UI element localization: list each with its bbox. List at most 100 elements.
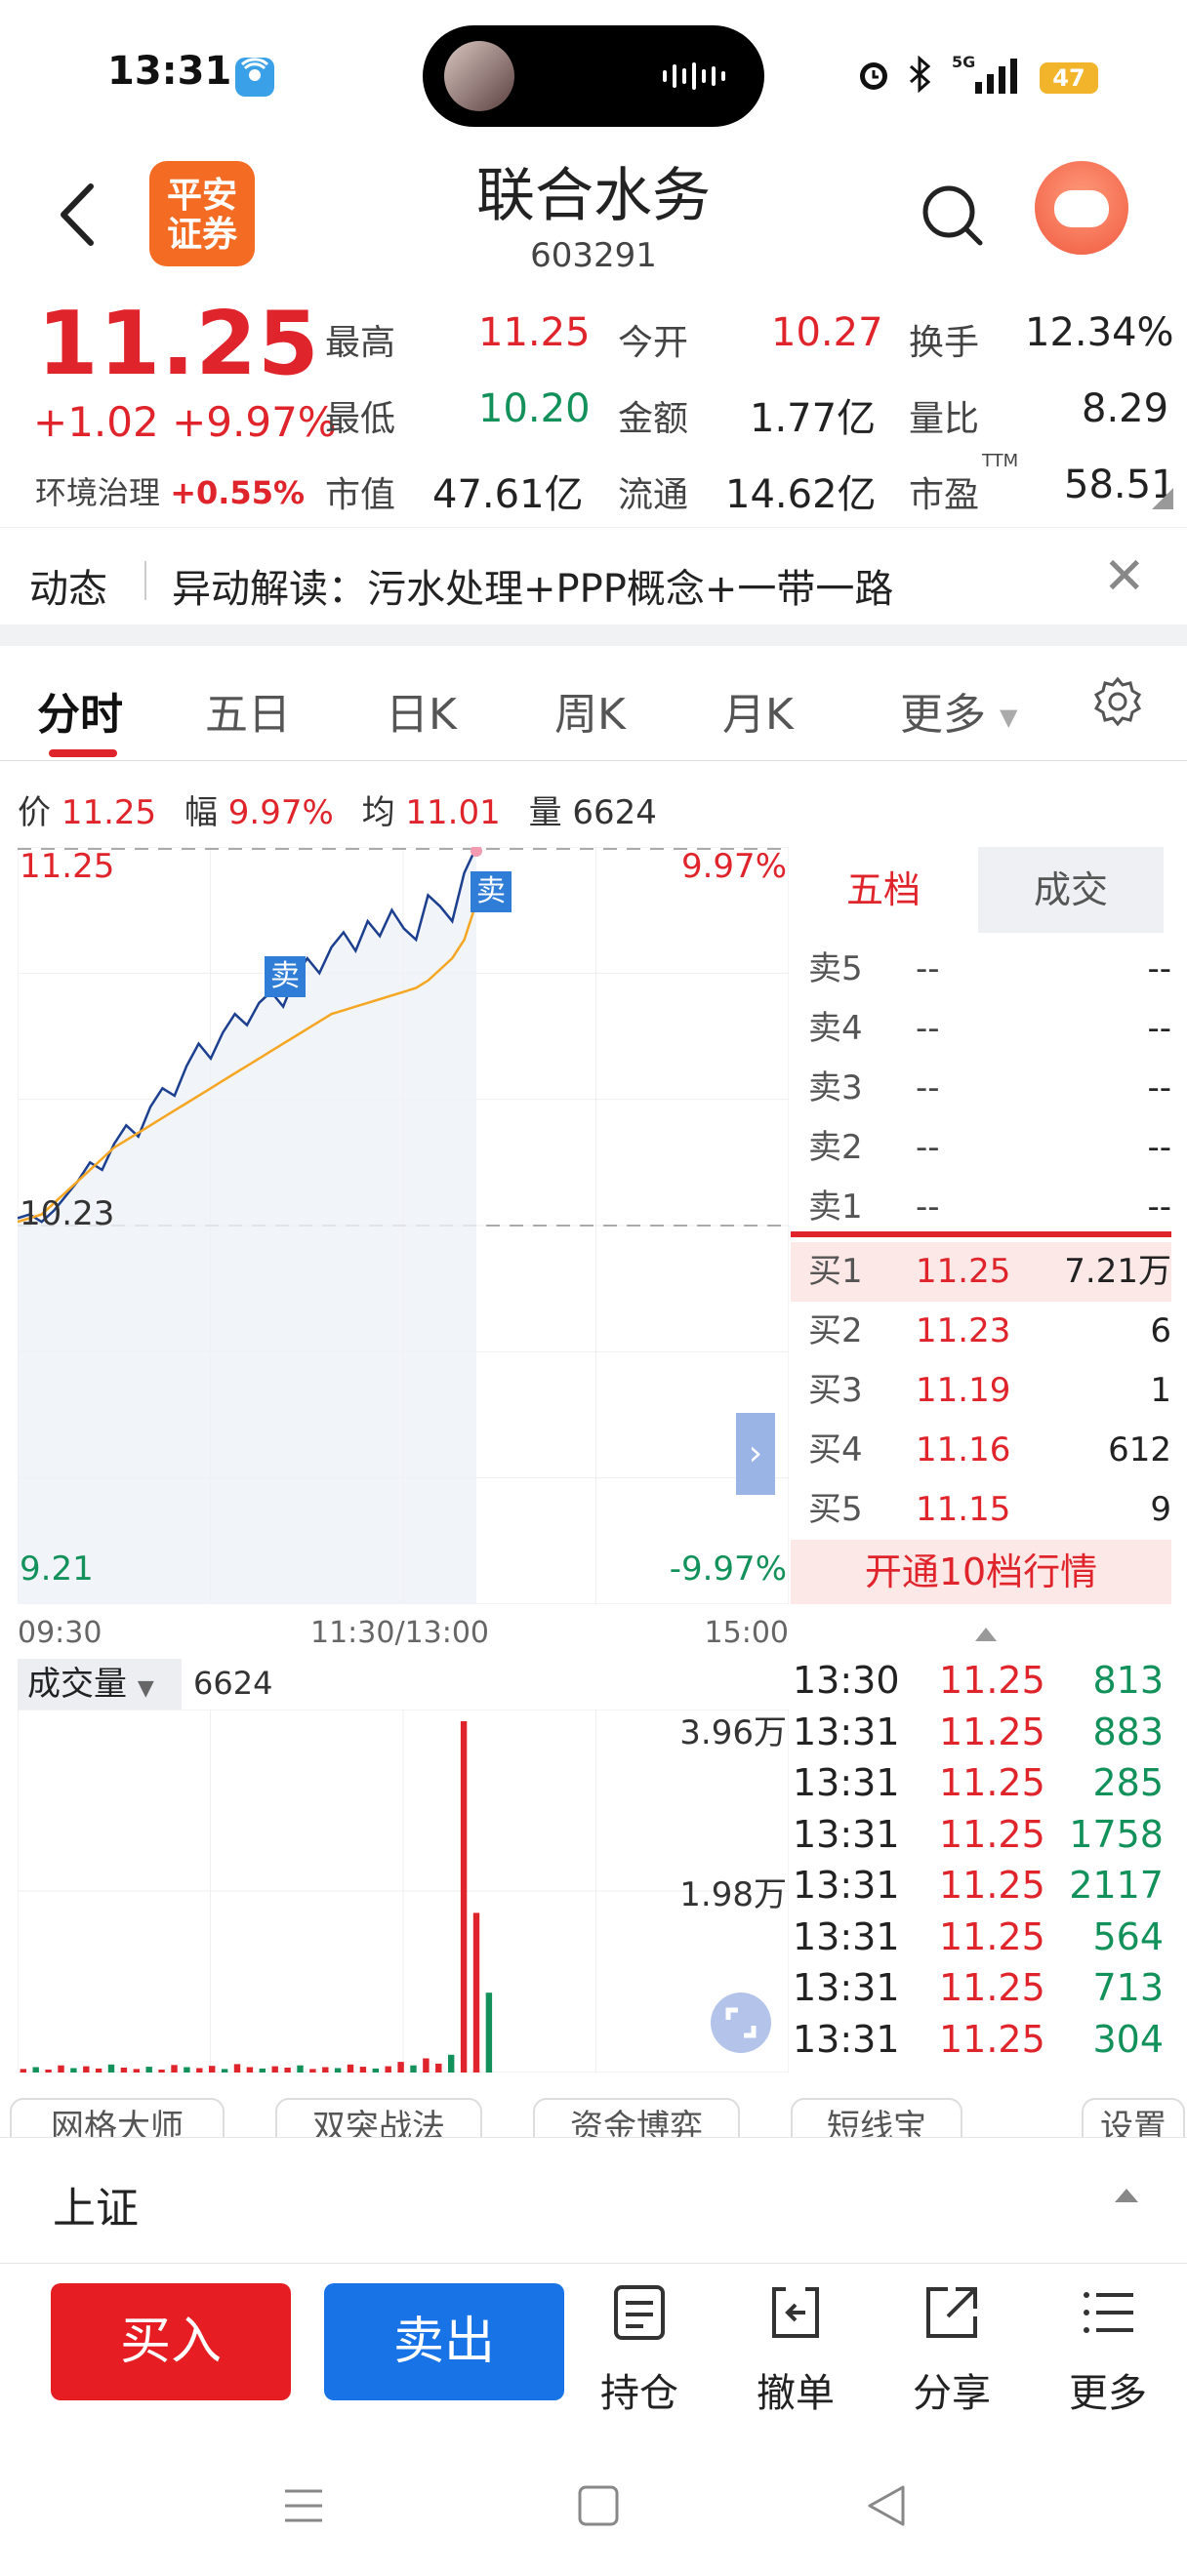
volume-bar [209, 2066, 216, 2073]
tab-more[interactable]: 更多 ▼ [900, 679, 1017, 742]
buy-button[interactable]: 买入 [51, 2283, 291, 2400]
holdings-label: 持仓 [600, 2371, 678, 2416]
volume-bar [45, 2070, 52, 2073]
search-icon[interactable] [918, 181, 986, 249]
cancel-order-label: 撤单 [757, 2371, 835, 2416]
bid-label: 买4 [808, 1430, 863, 1469]
ask-volume: -- [1147, 949, 1171, 988]
ask-label: 卖3 [808, 1068, 863, 1107]
tool-double-breakout[interactable]: 双突战法 [275, 2098, 482, 2137]
tool-grid-master[interactable]: 网格大师 [10, 2098, 225, 2137]
tick-time: 13:31 [793, 1914, 900, 1958]
tab-daily-k[interactable]: 日K [386, 679, 457, 742]
index-bar[interactable]: 上证 [0, 2137, 1187, 2264]
tick-price: 11.25 [939, 1710, 1045, 1753]
section-gap [0, 624, 1187, 646]
tick-price: 11.25 [939, 1659, 1045, 1702]
tab-weekly-k[interactable]: 周K [554, 679, 626, 742]
intraday-chart[interactable]: 11.25 9.97% 10.23 9.21 -9.97% 卖 卖 › [17, 845, 790, 1605]
divider [144, 561, 146, 600]
tick-price: 11.25 [939, 1966, 1045, 2009]
tab-five-levels[interactable]: 五档 [791, 847, 976, 933]
news-ticker[interactable]: 动态 异动解读：污水处理+PPP概念+一带一路 ✕ [0, 527, 1187, 624]
volume-chart[interactable]: 3.96万 1.98万 [17, 1709, 790, 2073]
tick-time: 13:30 [793, 1659, 900, 1702]
tab-monthly-k[interactable]: 月K [722, 679, 794, 742]
tab-trades[interactable]: 成交 [978, 847, 1164, 933]
caret-up-icon[interactable] [973, 1626, 999, 1643]
tick-volume: 2117 [1069, 1864, 1164, 1907]
fullscreen-button[interactable] [711, 1992, 771, 2053]
more-button[interactable]: 更多 [1054, 2283, 1162, 2416]
gear-icon[interactable] [1091, 675, 1144, 728]
volume-bar [107, 2064, 115, 2073]
tick-price: 11.25 [939, 1864, 1045, 1907]
tick-row: 13:31 11.25 564 [793, 1915, 1164, 1966]
volume-bar [171, 2065, 178, 2073]
sell-marker[interactable]: 卖 [265, 956, 306, 997]
bid-volume: 9 [1150, 1490, 1171, 1529]
ask-price: -- [916, 1068, 940, 1107]
ask-volume: -- [1147, 1187, 1171, 1227]
volume-bar [372, 2068, 379, 2073]
open-10-level-button[interactable]: 开通10档行情 [791, 1540, 1171, 1604]
bid-volume: 6 [1150, 1311, 1171, 1350]
assistant-avatar-icon[interactable] [1035, 161, 1128, 255]
volume-chart-svg [17, 1709, 790, 2073]
tool-settings[interactable]: 设置 [1082, 2098, 1185, 2137]
tick-row: 13:30 11.25 813 [793, 1659, 1164, 1710]
news-text[interactable]: 异动解读：污水处理+PPP概念+一带一路 [172, 557, 893, 614]
volume-mid-label: 1.98万 [679, 1875, 787, 1914]
share-button[interactable]: 分享 [898, 2283, 1005, 2416]
back-nav-icon[interactable] [864, 2483, 909, 2528]
tick-row: 13:31 11.25 2117 [793, 1864, 1164, 1914]
volume-bar [284, 2068, 291, 2073]
ask-row: 卖2 -- -- [791, 1118, 1171, 1178]
open-label: 今开 [618, 323, 689, 363]
music-avatar-icon [444, 41, 514, 111]
home-icon[interactable] [576, 2483, 621, 2528]
holdings-button[interactable]: 持仓 [586, 2283, 693, 2416]
volume-bar [95, 2068, 102, 2073]
bid-price: 11.15 [916, 1490, 1011, 1529]
tab-indicator [49, 749, 117, 757]
stock-code: 603291 [530, 236, 657, 275]
bid-volume: 7.21万 [1064, 1252, 1171, 1291]
tool-short-line[interactable]: 短线宝 [791, 2098, 962, 2137]
info-avg-label: 均 [361, 793, 395, 832]
tool-capital-game[interactable]: 资金博弈 [533, 2098, 740, 2137]
tab-five-day[interactable]: 五日 [205, 679, 291, 742]
chart-tabs: 分时 五日 日K 周K 月K 更多 ▼ [0, 646, 1187, 761]
volume-indicator-select[interactable]: 成交量 ▼ [18, 1659, 182, 1710]
tick-volume: 883 [1092, 1710, 1164, 1753]
recent-apps-icon[interactable] [281, 2483, 326, 2528]
sector-pct: +0.55% [170, 474, 306, 511]
volume-bar [334, 2068, 342, 2073]
tick-time: 13:31 [793, 2017, 900, 2061]
volume-bar [158, 2070, 165, 2073]
amount-value: 1.77亿 [750, 396, 877, 441]
sell-marker[interactable]: 卖 [471, 871, 512, 912]
dynamic-island[interactable] [423, 25, 764, 127]
bid-price: 11.19 [916, 1371, 1011, 1410]
tick-time: 13:31 [793, 1710, 900, 1753]
tick-price: 11.25 [939, 1761, 1045, 1804]
volume-bar [448, 2054, 455, 2073]
time-label-mid: 11:30/13:00 [310, 1616, 490, 1650]
info-price: 11.25 [61, 793, 157, 832]
expand-panel-handle[interactable]: › [736, 1413, 775, 1495]
cancel-order-button[interactable]: 撤单 [742, 2283, 849, 2416]
info-amp-label: 幅 [184, 793, 218, 832]
close-icon[interactable]: ✕ [1103, 547, 1146, 606]
bid-label: 买1 [808, 1252, 863, 1291]
sector-info[interactable]: 环境治理 +0.55% [35, 468, 305, 513]
ask-volume: -- [1147, 1009, 1171, 1048]
vol-ratio-value: 8.29 [1082, 386, 1169, 431]
intraday-chart-svg [17, 845, 790, 1605]
info-amp: 9.97% [227, 793, 334, 832]
sell-button[interactable]: 卖出 [324, 2283, 564, 2400]
volume-bar [20, 2069, 26, 2073]
tab-intraday[interactable]: 分时 [37, 679, 123, 742]
volume-bar [472, 1912, 480, 2073]
caret-up-icon[interactable] [1115, 2189, 1138, 2202]
